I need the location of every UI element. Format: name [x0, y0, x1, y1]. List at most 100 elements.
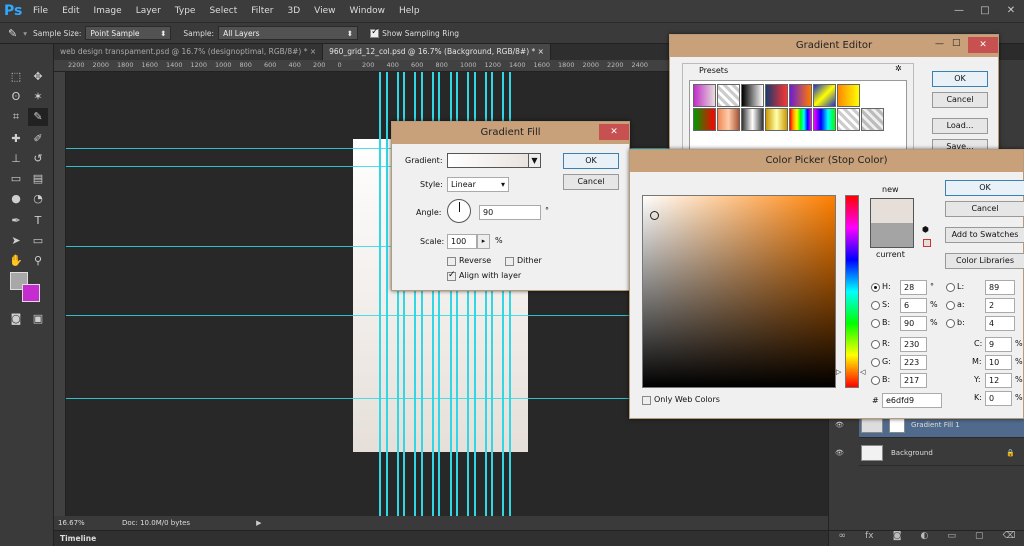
preset-swatch[interactable]	[765, 84, 788, 107]
adjustment-icon[interactable]: ◐	[921, 531, 929, 546]
cancel-button[interactable]: Cancel	[563, 174, 619, 190]
add-to-swatches-button[interactable]: Add to Swatches	[945, 227, 1024, 243]
h-input[interactable]: 28	[900, 280, 927, 295]
cancel-button[interactable]: Cancel	[945, 201, 1024, 217]
eye-icon[interactable]: 👁	[835, 421, 844, 429]
hand-icon[interactable]: ✋	[6, 252, 26, 270]
mask-icon[interactable]: ◙	[893, 531, 902, 546]
background-color-swatch[interactable]	[22, 284, 40, 302]
minimize-button[interactable]: —	[946, 2, 972, 20]
load-button[interactable]: Load...	[932, 118, 988, 134]
eye-icon[interactable]: 👁	[835, 449, 844, 457]
m-input[interactable]: 10	[985, 355, 1012, 370]
chevron-down-icon[interactable]: ▾	[23, 29, 27, 38]
dodge-icon[interactable]: ◔	[28, 190, 48, 208]
ok-button[interactable]: OK	[563, 153, 619, 169]
h-radio[interactable]	[871, 283, 880, 292]
marquee-icon[interactable]: ⬚	[6, 68, 26, 86]
r-input[interactable]: 230	[900, 337, 927, 352]
presets-grid[interactable]	[689, 80, 907, 150]
eyedropper-tool-icon[interactable]: ✎	[28, 108, 48, 126]
trash-icon[interactable]: ⌫	[1003, 531, 1016, 546]
blue-input[interactable]: 217	[900, 373, 927, 388]
dither-checkbox[interactable]	[505, 257, 514, 266]
l-input[interactable]: 89	[985, 280, 1015, 295]
move-icon[interactable]: ✥	[28, 68, 48, 86]
stamp-icon[interactable]: ⊥	[6, 150, 26, 168]
healing-icon[interactable]: ✚	[6, 130, 26, 148]
menu-layer[interactable]: Layer	[129, 6, 168, 16]
preset-swatch[interactable]	[837, 108, 860, 131]
close-dialog-button[interactable]: ✕	[968, 37, 998, 53]
b-input[interactable]: 90	[900, 316, 927, 331]
preset-swatch[interactable]	[717, 84, 740, 107]
type-icon[interactable]: T	[28, 212, 48, 230]
sample-size-select[interactable]: Point Sample ⬍	[85, 26, 172, 40]
b-radio[interactable]	[871, 319, 880, 328]
zoom-level[interactable]: 16.67%	[58, 519, 92, 527]
gradient-icon[interactable]: ▤	[28, 170, 48, 188]
screen-mode-icon[interactable]: ▣	[28, 310, 48, 328]
menu-3d[interactable]: 3D	[281, 6, 308, 16]
ok-button[interactable]: OK	[932, 71, 988, 87]
blur-icon[interactable]: ●	[6, 190, 26, 208]
menu-file[interactable]: File	[26, 6, 55, 16]
hue-slider[interactable]	[845, 195, 859, 388]
menu-window[interactable]: Window	[343, 6, 393, 16]
g-radio[interactable]	[871, 358, 880, 367]
close-app-button[interactable]: ✕	[998, 2, 1024, 20]
only-web-colors-checkbox[interactable]	[642, 396, 651, 405]
preset-swatch[interactable]	[837, 84, 860, 107]
style-select[interactable]: Linear ▾	[447, 177, 509, 192]
current-color-swatch[interactable]	[870, 223, 914, 248]
preset-swatch[interactable]	[693, 108, 716, 131]
cancel-button[interactable]: Cancel	[932, 92, 988, 108]
menu-image[interactable]: Image	[87, 6, 129, 16]
chevron-down-icon[interactable]: ▼	[528, 153, 541, 168]
cube-icon[interactable]: ⬢	[922, 225, 929, 234]
path-select-icon[interactable]: ➤	[6, 232, 26, 250]
status-menu-icon[interactable]: ▶	[256, 519, 261, 527]
lab-b-input[interactable]: 4	[985, 316, 1015, 331]
color-libraries-button[interactable]: Color Libraries	[945, 253, 1024, 269]
lab-b-radio[interactable]	[946, 319, 955, 328]
brush-icon[interactable]: ✐	[28, 130, 48, 148]
preset-swatch[interactable]	[741, 108, 764, 131]
l-radio[interactable]	[946, 283, 955, 292]
eraser-icon[interactable]: ▭	[6, 170, 26, 188]
s-radio[interactable]	[871, 301, 880, 310]
color-field-marker[interactable]	[650, 211, 659, 220]
c-input[interactable]: 9	[985, 337, 1012, 352]
preset-swatch[interactable]	[693, 84, 716, 107]
s-input[interactable]: 6	[900, 298, 927, 313]
new-layer-icon[interactable]: ▢	[975, 531, 984, 546]
close-icon[interactable]: ×	[538, 47, 544, 56]
pen-icon[interactable]: ✒	[6, 212, 26, 230]
lasso-icon[interactable]: ʘ	[6, 88, 26, 106]
ok-button[interactable]: OK	[945, 180, 1024, 196]
layer-background[interactable]: 👁 Background 🔒	[835, 440, 1024, 466]
timeline-panel[interactable]: Timeline	[54, 530, 828, 546]
angle-input[interactable]: 90	[479, 205, 541, 220]
y-input[interactable]: 12	[985, 373, 1012, 388]
a-input[interactable]: 2	[985, 298, 1015, 313]
close-dialog-button[interactable]: ✕	[599, 124, 629, 140]
g-input[interactable]: 223	[900, 355, 927, 370]
web-safe-swatch[interactable]	[923, 239, 931, 247]
preset-swatch[interactable]	[789, 84, 812, 107]
folder-icon[interactable]: ▭	[947, 531, 956, 546]
tab-web-design[interactable]: web design transpament.psd @ 16.7% (desi…	[54, 44, 324, 60]
menu-select[interactable]: Select	[202, 6, 244, 16]
maximize-icon[interactable]: □	[952, 38, 961, 48]
color-field[interactable]	[642, 195, 836, 388]
hue-slider-left-arrow-icon[interactable]: ▷	[836, 368, 841, 376]
blue-radio[interactable]	[871, 376, 880, 385]
crop-icon[interactable]: ⌗	[6, 108, 26, 126]
menu-view[interactable]: View	[307, 6, 342, 16]
preset-swatch[interactable]	[717, 108, 740, 131]
scale-arrow-icon[interactable]: ▸	[477, 234, 490, 249]
zoom-icon[interactable]: ⚲	[28, 252, 48, 270]
menu-edit[interactable]: Edit	[55, 6, 86, 16]
a-radio[interactable]	[946, 301, 955, 310]
tab-960-grid[interactable]: 960_grid_12_col.psd @ 16.7% (Background,…	[323, 44, 551, 60]
